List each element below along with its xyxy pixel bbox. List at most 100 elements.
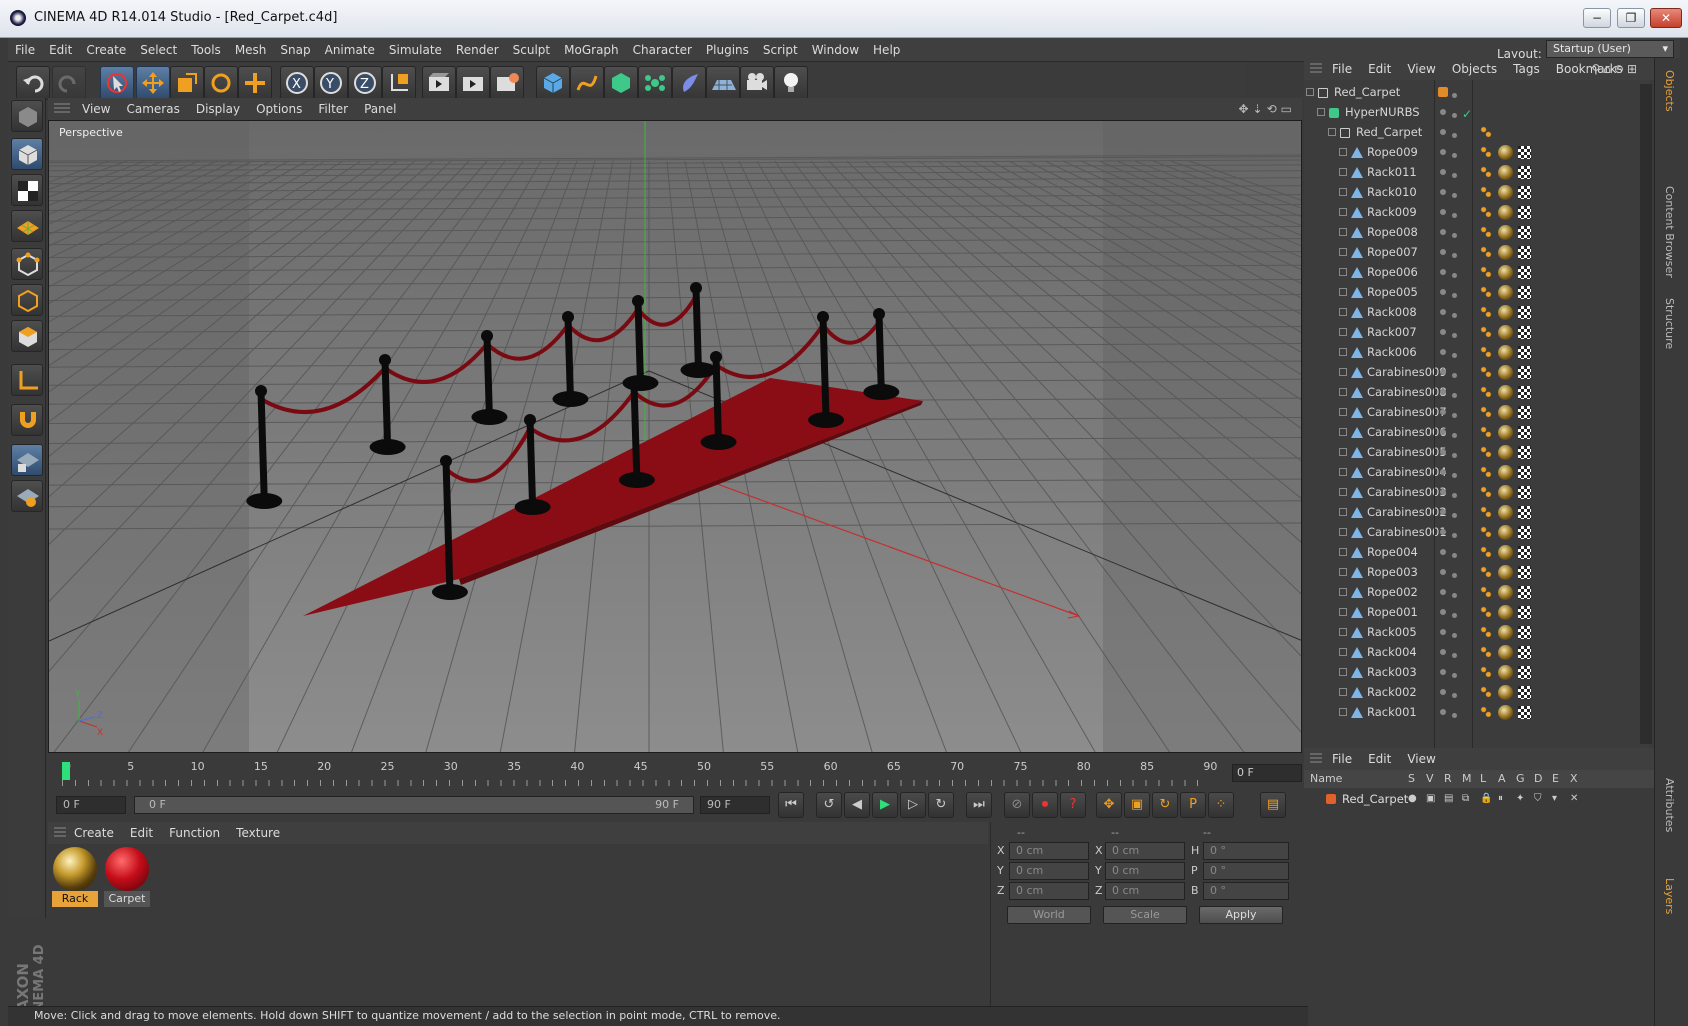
menu-mograph[interactable]: MoGraph xyxy=(557,38,626,62)
coord-mode-select[interactable]: World xyxy=(1007,906,1091,924)
key-parameter-button[interactable]: P xyxy=(1180,792,1206,818)
snap-magnet-button[interactable] xyxy=(11,404,43,436)
menu-mesh[interactable]: Mesh xyxy=(228,38,274,62)
editor-visibility-dot[interactable] xyxy=(1440,589,1446,595)
material-tag-icon[interactable] xyxy=(1498,665,1513,680)
soft-selection-button[interactable] xyxy=(11,480,43,512)
autokey-button[interactable]: ⏺ xyxy=(1032,792,1058,818)
uvw-tag-icon[interactable] xyxy=(1518,706,1531,719)
keyframe-selection-button[interactable]: ? xyxy=(1060,792,1086,818)
editor-visibility-dot[interactable] xyxy=(1440,489,1446,495)
render-visibility-dot[interactable] xyxy=(1452,93,1457,98)
layer-col-e[interactable]: E xyxy=(1552,770,1559,788)
coord-size-field[interactable]: 0 cm xyxy=(1105,862,1185,880)
layer-flag-icon[interactable]: ✕ xyxy=(1570,790,1578,808)
uvw-tag-icon[interactable] xyxy=(1518,286,1531,299)
material-tag-icon[interactable] xyxy=(1498,705,1513,720)
uvw-tag-icon[interactable] xyxy=(1518,226,1531,239)
phong-tag-icon[interactable] xyxy=(1480,186,1492,198)
workplane-mode-button[interactable] xyxy=(11,210,43,242)
key-position-button[interactable]: ✥ xyxy=(1096,792,1122,818)
render-visibility-dot[interactable] xyxy=(1452,613,1457,618)
phong-tag-icon[interactable] xyxy=(1480,206,1492,218)
render-visibility-dot[interactable] xyxy=(1452,513,1457,518)
object-row[interactable]: Carabines001 xyxy=(1304,522,1688,543)
tree-expander-icon[interactable] xyxy=(1328,128,1336,136)
viewport-menu-panel[interactable]: Panel xyxy=(356,98,404,120)
material-tag-icon[interactable] xyxy=(1498,265,1513,280)
redo-button[interactable] xyxy=(52,66,86,100)
object-row[interactable]: Rope007 xyxy=(1304,242,1688,263)
layer-col-name[interactable]: Name xyxy=(1310,770,1342,788)
side-tab-objects[interactable]: Objects xyxy=(1663,70,1676,112)
material-tag-icon[interactable] xyxy=(1498,605,1513,620)
material-menu-edit[interactable]: Edit xyxy=(122,822,161,844)
editor-visibility-dot[interactable] xyxy=(1440,509,1446,515)
layer-col-g[interactable]: G xyxy=(1516,770,1525,788)
side-tab-attributes[interactable]: Attributes xyxy=(1663,778,1676,832)
material-tag-icon[interactable] xyxy=(1498,245,1513,260)
material-grip-icon[interactable] xyxy=(54,827,66,839)
material-tag-icon[interactable] xyxy=(1498,525,1513,540)
nurbs-button[interactable] xyxy=(604,66,638,100)
object-row[interactable]: Rack005 xyxy=(1304,622,1688,643)
editor-visibility-dot[interactable] xyxy=(1440,669,1446,675)
timeline-window-button[interactable]: ▤ xyxy=(1260,792,1286,818)
layer-name[interactable]: Red_Carpet xyxy=(1342,790,1408,808)
layer-flag-icon[interactable]: ⧉ xyxy=(1462,790,1469,808)
uvw-tag-icon[interactable] xyxy=(1518,186,1531,199)
object-row[interactable]: Red_Carpet xyxy=(1304,82,1688,103)
coord-size-field[interactable]: 0 cm xyxy=(1105,882,1185,900)
layer-menu-edit[interactable]: Edit xyxy=(1360,748,1399,770)
material-tag-icon[interactable] xyxy=(1498,225,1513,240)
render-visibility-dot[interactable] xyxy=(1452,333,1457,338)
render-visibility-dot[interactable] xyxy=(1452,633,1457,638)
layer-menu-file[interactable]: File xyxy=(1324,748,1360,770)
object-row[interactable]: Rope005 xyxy=(1304,282,1688,303)
material-rack[interactable]: Rack xyxy=(52,846,98,908)
object-menu-objects[interactable]: Objects xyxy=(1444,58,1505,80)
phong-tag-icon[interactable] xyxy=(1480,366,1492,378)
uvw-tag-icon[interactable] xyxy=(1518,326,1531,339)
render-visibility-dot[interactable] xyxy=(1452,353,1457,358)
layer-flag-icon[interactable]: ⛉ xyxy=(1534,790,1542,808)
editor-visibility-dot[interactable] xyxy=(1440,229,1446,235)
texture-mode-button[interactable] xyxy=(11,174,43,206)
phong-tag-icon[interactable] xyxy=(1480,166,1492,178)
object-row[interactable]: Carabines002 xyxy=(1304,502,1688,523)
render-visibility-dot[interactable] xyxy=(1452,593,1457,598)
layer-color-icon[interactable] xyxy=(1438,87,1448,97)
render-visibility-dot[interactable] xyxy=(1452,473,1457,478)
phong-tag-icon[interactable] xyxy=(1480,466,1492,478)
editor-visibility-dot[interactable] xyxy=(1440,629,1446,635)
render-visibility-dot[interactable] xyxy=(1452,533,1457,538)
object-row[interactable]: Rope003 xyxy=(1304,562,1688,583)
phong-tag-icon[interactable] xyxy=(1480,606,1492,618)
play-button[interactable]: ▶ xyxy=(872,792,898,818)
coord-pos-field[interactable]: 0 cm xyxy=(1009,862,1089,880)
phong-tag-icon[interactable] xyxy=(1480,146,1492,158)
menu-simulate[interactable]: Simulate xyxy=(382,38,449,62)
uvw-tag-icon[interactable] xyxy=(1518,406,1531,419)
material-tag-icon[interactable] xyxy=(1498,545,1513,560)
phong-tag-icon[interactable] xyxy=(1480,326,1492,338)
uvw-tag-icon[interactable] xyxy=(1518,206,1531,219)
material-tag-icon[interactable] xyxy=(1498,465,1513,480)
object-row[interactable]: Rope004 xyxy=(1304,542,1688,563)
menu-render[interactable]: Render xyxy=(449,38,506,62)
scene-canvas[interactable]: Y X Z xyxy=(49,121,1302,753)
tree-expander-icon[interactable] xyxy=(1317,108,1325,116)
render-visibility-dot[interactable] xyxy=(1452,393,1457,398)
spline-button[interactable] xyxy=(570,66,604,100)
phong-tag-icon[interactable] xyxy=(1480,566,1492,578)
timeline-ruler[interactable]: 051015202530354045505560657075808590 0 F xyxy=(48,756,1302,788)
object-row[interactable]: Rack010 xyxy=(1304,182,1688,203)
deformer-button[interactable] xyxy=(672,66,706,100)
editor-visibility-dot[interactable] xyxy=(1440,549,1446,555)
x-axis-lock[interactable]: X xyxy=(280,66,314,100)
key-pla-button[interactable]: ⁘ xyxy=(1208,792,1234,818)
menu-script[interactable]: Script xyxy=(756,38,805,62)
phong-tag-icon[interactable] xyxy=(1480,486,1492,498)
render-visibility-dot[interactable] xyxy=(1452,133,1457,138)
cube-primitive-button[interactable] xyxy=(536,66,570,100)
